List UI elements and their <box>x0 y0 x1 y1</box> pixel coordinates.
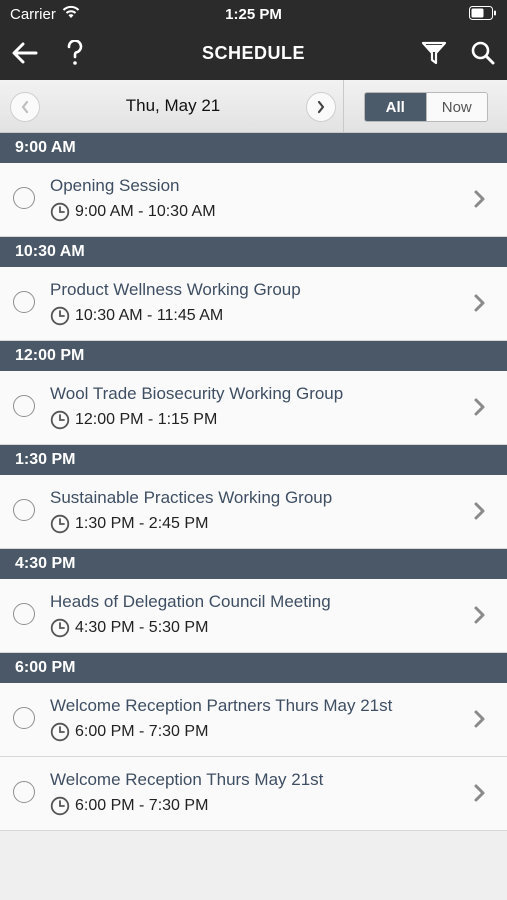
session-time: 9:00 AM - 10:30 AM <box>75 203 216 220</box>
section-header: 6:00 PM <box>0 653 507 683</box>
previous-day-button[interactable] <box>10 92 40 122</box>
chevron-right-icon[interactable] <box>473 783 487 803</box>
section-header: 4:30 PM <box>0 549 507 579</box>
clock-icon <box>50 306 70 326</box>
filter-all-button[interactable]: All <box>365 93 426 121</box>
date-bar: Thu, May 21 All Now <box>0 80 507 133</box>
clock-icon <box>50 410 70 430</box>
session-time-wrap: 9:00 AM - 10:30 AM <box>50 202 216 222</box>
session-time-wrap: 10:30 AM - 11:45 AM <box>50 306 223 326</box>
session-time-wrap: 6:00 PM - 7:30 PM <box>50 796 208 816</box>
select-session-radio[interactable] <box>13 395 35 417</box>
session-row[interactable]: Sustainable Practices Working Group 1:30 … <box>0 475 507 549</box>
select-session-radio[interactable] <box>13 499 35 521</box>
session-row[interactable]: Welcome Reception Partners Thurs May 21s… <box>0 683 507 757</box>
filter-segmented-control: All Now <box>364 92 488 122</box>
select-session-radio[interactable] <box>13 781 35 803</box>
session-time-wrap: 6:00 PM - 7:30 PM <box>50 722 208 742</box>
status-time: 1:25 PM <box>225 6 282 23</box>
section-header: 1:30 PM <box>0 445 507 475</box>
session-row[interactable]: Wool Trade Biosecurity Working Group 12:0… <box>0 371 507 445</box>
session-title: Wool Trade Biosecurity Working Group <box>50 384 344 403</box>
chevron-right-icon[interactable] <box>473 397 487 417</box>
session-time: 12:00 PM - 1:15 PM <box>75 411 218 428</box>
chevron-right-icon[interactable] <box>473 709 487 729</box>
filter-icon[interactable] <box>419 38 449 68</box>
chevron-right-icon[interactable] <box>473 189 487 209</box>
select-session-radio[interactable] <box>13 187 35 209</box>
session-time-wrap: 4:30 PM - 5:30 PM <box>50 618 208 638</box>
section-header: 12:00 PM <box>0 341 507 371</box>
schedule-list: 9:00 AM Opening Session 9:00 AM - 10:30 AM… <box>0 133 507 831</box>
session-row[interactable]: Welcome Reception Thurs May 21st 6:00 PM … <box>0 757 507 831</box>
session-time: 4:30 PM - 5:30 PM <box>75 619 209 636</box>
search-icon[interactable] <box>468 38 498 68</box>
chevron-right-icon[interactable] <box>473 293 487 313</box>
select-session-radio[interactable] <box>13 603 35 625</box>
session-time: 10:30 AM - 11:45 AM <box>75 307 224 324</box>
session-title: Sustainable Practices Working Group <box>50 488 333 507</box>
navigation-bar: SCHEDULE <box>0 28 507 80</box>
chevron-right-icon[interactable] <box>473 501 487 521</box>
session-time-wrap: 12:00 PM - 1:15 PM <box>50 410 217 430</box>
section-header: 10:30 AM <box>0 237 507 267</box>
select-session-radio[interactable] <box>13 707 35 729</box>
session-time: 6:00 PM - 7:30 PM <box>75 797 209 814</box>
status-bar: Carrier 1:25 PM <box>0 0 507 28</box>
clock-icon <box>50 202 70 222</box>
current-date: Thu, May 21 <box>125 96 221 115</box>
top-bar: Carrier 1:25 PM SCHEDULE <box>0 0 507 80</box>
session-title: Welcome Reception Partners Thurs May 21s… <box>50 696 393 715</box>
session-title: Heads of Delegation Council Meeting <box>50 592 331 611</box>
filter-now-button[interactable]: Now <box>425 93 487 121</box>
session-time: 1:30 PM - 2:45 PM <box>75 515 209 532</box>
clock-icon <box>50 514 70 534</box>
battery-icon <box>469 6 497 24</box>
session-row[interactable]: Product Wellness Working Group 10:30 AM -… <box>0 267 507 341</box>
session-row[interactable]: Heads of Delegation Council Meeting 4:30 … <box>0 579 507 653</box>
session-title: Product Wellness Working Group <box>50 280 301 299</box>
chevron-right-icon <box>317 100 325 114</box>
session-title: Opening Session <box>50 176 180 195</box>
clock-icon <box>50 722 70 742</box>
session-row[interactable]: Opening Session 9:00 AM - 10:30 AM <box>0 163 507 237</box>
clock-icon <box>50 796 70 816</box>
chevron-left-icon <box>21 100 29 114</box>
session-title: Welcome Reception Thurs May 21st <box>50 770 324 789</box>
session-time-wrap: 1:30 PM - 2:45 PM <box>50 514 208 534</box>
clock-icon <box>50 618 70 638</box>
chevron-right-icon[interactable] <box>473 605 487 625</box>
next-day-button[interactable] <box>306 92 336 122</box>
select-session-radio[interactable] <box>13 291 35 313</box>
session-time: 6:00 PM - 7:30 PM <box>75 723 209 740</box>
divider <box>343 80 344 132</box>
section-header: 9:00 AM <box>0 133 507 163</box>
